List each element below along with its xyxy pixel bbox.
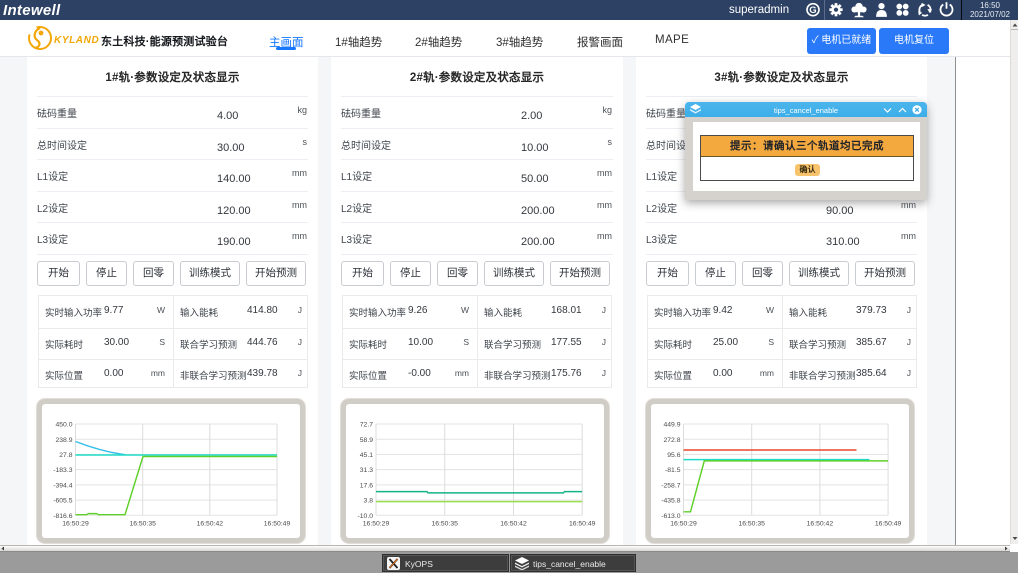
svg-text:238.9: 238.9 [55, 437, 72, 444]
svg-text:16:50:49: 16:50:49 [264, 520, 291, 527]
svg-text:16:50:29: 16:50:29 [62, 520, 89, 527]
svg-text:16:50:29: 16:50:29 [670, 520, 697, 527]
svg-text:3.8: 3.8 [364, 498, 374, 505]
svg-text:16:50:42: 16:50:42 [807, 520, 834, 527]
svg-text:16:50:42: 16:50:42 [197, 520, 224, 527]
svg-text:17.6: 17.6 [360, 483, 373, 490]
svg-text:58.9: 58.9 [360, 437, 373, 444]
svg-text:-258.7: -258.7 [661, 483, 680, 490]
svg-text:-816.6: -816.6 [53, 513, 72, 520]
svg-text:-183.3: -183.3 [53, 467, 72, 474]
svg-text:-613.0: -613.0 [661, 513, 680, 520]
svg-text:16:50:42: 16:50:42 [500, 520, 527, 527]
svg-text:-605.5: -605.5 [53, 498, 72, 505]
svg-text:16:50:49: 16:50:49 [875, 520, 902, 527]
svg-text:16:50:29: 16:50:29 [363, 520, 390, 527]
svg-text:272.8: 272.8 [663, 437, 680, 444]
svg-text:G: G [809, 5, 816, 16]
svg-text:45.1: 45.1 [360, 452, 373, 459]
svg-text:-81.5: -81.5 [665, 467, 681, 474]
svg-text:-394.4: -394.4 [53, 483, 72, 490]
svg-text:16:50:35: 16:50:35 [129, 520, 156, 527]
svg-text:16:50:35: 16:50:35 [431, 520, 458, 527]
svg-text:16:50:49: 16:50:49 [569, 520, 596, 527]
svg-text:449.9: 449.9 [663, 422, 680, 429]
svg-text:-435.8: -435.8 [661, 498, 680, 505]
svg-text:95.6: 95.6 [667, 452, 680, 459]
svg-text:450.0: 450.0 [55, 422, 72, 429]
svg-text:16:50:35: 16:50:35 [738, 520, 765, 527]
svg-text:-10.0: -10.0 [358, 513, 374, 520]
svg-text:27.8: 27.8 [59, 452, 72, 459]
svg-text:72.7: 72.7 [360, 422, 373, 429]
svg-text:31.3: 31.3 [360, 467, 373, 474]
